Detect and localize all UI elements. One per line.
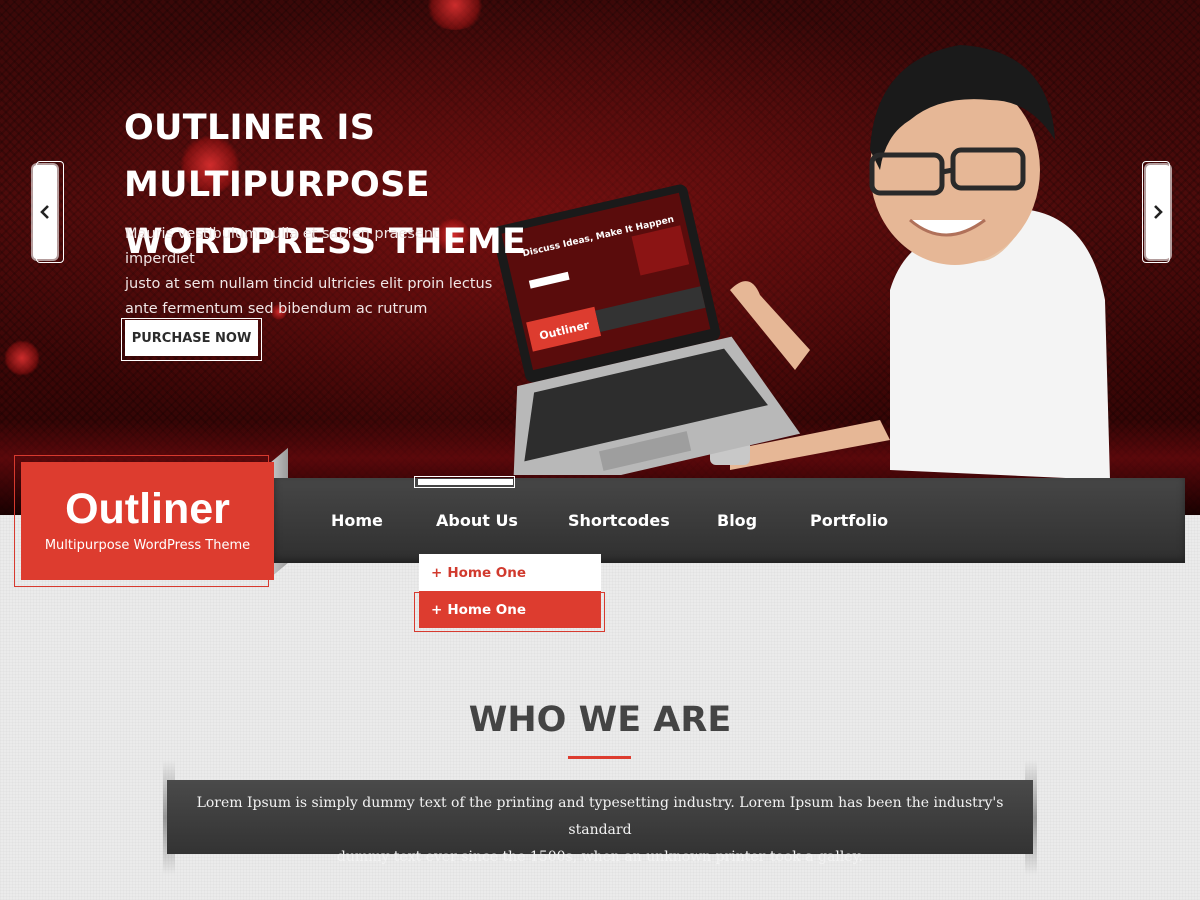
- plus-icon: +: [431, 564, 443, 581]
- site-logo[interactable]: Outliner Multipurpose WordPress Theme: [21, 462, 274, 580]
- chevron-left-icon: [40, 205, 49, 219]
- slider-prev-button[interactable]: [33, 165, 57, 259]
- dropdown-item-label: Home One: [447, 564, 527, 581]
- purchase-now-button[interactable]: PURCHASE NOW: [125, 320, 258, 356]
- hero-slider: Discuss Ideas, Make It Happen Outliner O…: [0, 0, 1200, 515]
- logo-title: Outliner: [65, 485, 230, 533]
- hero-title-line1: OUTLINER IS MULTIPURPOSE: [124, 108, 430, 205]
- who-we-are-text-line1: Lorem Ipsum is simply dummy text of the …: [196, 795, 1004, 838]
- logo-subtitle: Multipurpose WordPress Theme: [44, 538, 251, 553]
- section-title-underline: [568, 756, 631, 759]
- nav-active-indicator: [418, 479, 513, 485]
- slider-next-button[interactable]: [1146, 165, 1170, 259]
- who-we-are-ribbon: Lorem Ipsum is simply dummy text of the …: [167, 780, 1033, 865]
- nav-item-shortcodes[interactable]: Shortcodes: [568, 478, 670, 563]
- bokeh-decoration: [425, 0, 485, 30]
- dropdown-item-home-one-active[interactable]: + Home One: [419, 591, 601, 628]
- hero-description: Mauris vestibulum nulla et sapien praese…: [125, 222, 505, 322]
- dropdown-item-home-one[interactable]: + Home One: [419, 554, 601, 591]
- nav-item-portfolio[interactable]: Portfolio: [810, 478, 888, 563]
- nav-item-home[interactable]: Home: [331, 478, 383, 563]
- main-navigation: Home About Us Shortcodes Blog Portfolio: [274, 478, 1185, 563]
- purchase-button-frame: PURCHASE NOW: [121, 318, 262, 361]
- plus-icon: +: [431, 601, 443, 618]
- nav-item-about-us[interactable]: About Us: [436, 478, 518, 563]
- hero-description-line1: Mauris vestibulum nulla et sapien praese…: [125, 226, 439, 267]
- hero-description-line2: justo at sem nullam tincid ultricies eli…: [125, 276, 493, 292]
- nav-item-blog[interactable]: Blog: [717, 478, 757, 563]
- chevron-right-icon: [1154, 205, 1163, 219]
- dropdown-item-label: Home One: [447, 601, 527, 618]
- bokeh-decoration: [4, 340, 40, 376]
- section-title: WHO WE ARE: [468, 700, 732, 740]
- who-we-are-text-line2: dummy text ever since the 1500s, when an…: [336, 849, 864, 865]
